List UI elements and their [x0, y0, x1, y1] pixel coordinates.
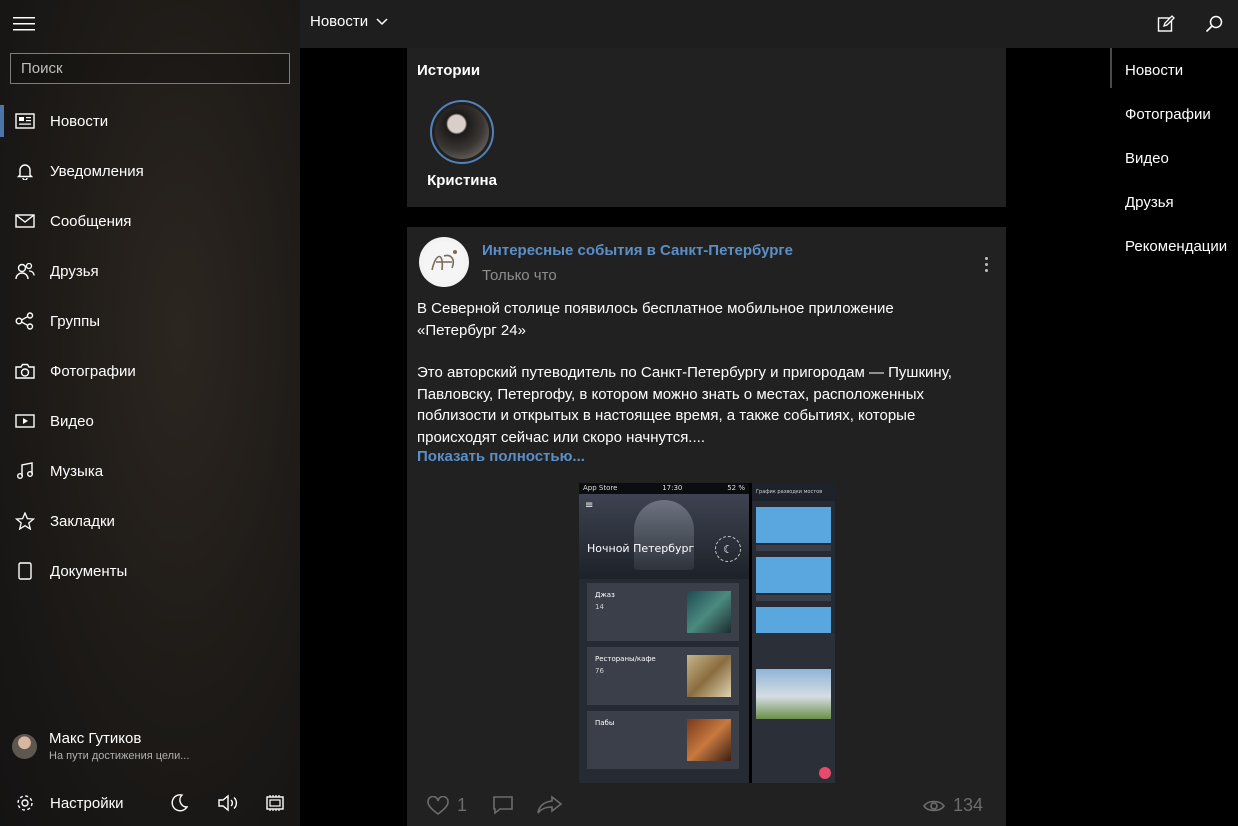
mail-icon [0, 214, 50, 228]
app-screenshot-right: График разводки мостов [752, 483, 835, 783]
edit-icon [1157, 15, 1175, 32]
search-input[interactable] [10, 53, 290, 84]
menu-icon: ≡ [585, 500, 594, 511]
sidebar-item-label: Фотографии [50, 362, 136, 380]
share-icon [537, 795, 563, 814]
like-count: 1 [457, 795, 468, 815]
views-indicator: 134 [923, 795, 983, 816]
search-button[interactable] [1202, 12, 1226, 36]
user-name: Макс Гутиков [49, 730, 142, 747]
sidebar-item-label: Группы [50, 312, 100, 330]
night-mode-button[interactable] [166, 790, 192, 816]
pivot-recommendations[interactable]: Рекомендации [1110, 224, 1238, 268]
bell-icon [0, 162, 50, 180]
groups-icon [0, 312, 50, 330]
sidebar-item-label: Закладки [50, 512, 115, 530]
stories-section: Истории Кристина [407, 48, 1006, 207]
camera-icon [0, 363, 50, 379]
stories-title: Истории [417, 62, 481, 79]
chip-icon [266, 795, 284, 811]
sidebar-item-label: Новости [50, 112, 109, 130]
comment-icon [493, 796, 513, 815]
star-icon [0, 512, 50, 530]
sidebar-item-groups[interactable]: Группы [0, 296, 300, 346]
eye-icon [923, 800, 945, 811]
hamburger-menu-button[interactable] [0, 0, 48, 48]
friends-icon [0, 262, 50, 280]
group-logo-icon [423, 241, 465, 283]
avatar [12, 733, 37, 759]
sound-button[interactable] [215, 790, 241, 816]
feed-title: Новости [310, 13, 369, 30]
sidebar-item-music[interactable]: Музыка [0, 446, 300, 496]
music-icon [0, 462, 50, 480]
pivot-friends[interactable]: Друзья [1110, 180, 1238, 224]
post-actions: 1 134 [407, 793, 1006, 823]
sidebar-item-label: Друзья [50, 262, 99, 280]
group-avatar[interactable] [419, 237, 469, 287]
like-button[interactable]: 1 [427, 795, 467, 816]
avatar [435, 105, 489, 159]
sidebar-item-label: Видео [50, 412, 94, 430]
story-author-name: Кристина [427, 172, 497, 189]
share-button[interactable] [537, 795, 563, 815]
sidebar-item-news[interactable]: Новости [0, 96, 300, 146]
post-paragraph: Это авторский путеводитель по Санкт-Пете… [417, 364, 952, 446]
nav-list: Новости Уведомления Сообщения Друзья Гру… [0, 96, 300, 596]
post-image[interactable]: App Store 17:30 52 % ≡ Ночной Петербург … [579, 483, 835, 783]
top-bar: Новости [300, 0, 1238, 48]
feed-selector-dropdown[interactable]: Новости [310, 13, 388, 30]
video-icon [0, 414, 50, 428]
show-more-link[interactable]: Показать полностью... [417, 448, 585, 465]
sidebar-item-label: Музыка [50, 462, 104, 480]
right-pivot-nav: Новости Фотографии Видео Друзья Рекоменд… [1110, 48, 1238, 268]
compose-button[interactable] [1154, 12, 1178, 36]
moon-icon: ☾ [715, 536, 741, 562]
document-icon [0, 562, 50, 580]
post-paragraph: В Северной столице появилось бесплатное … [417, 300, 894, 339]
post-text: В Северной столице появилось бесплатное … [417, 298, 997, 448]
compact-mode-button[interactable] [262, 790, 288, 816]
sidebar-item-label: Сообщения [50, 212, 132, 230]
sidebar-item-bookmarks[interactable]: Закладки [0, 496, 300, 546]
pivot-video[interactable]: Видео [1110, 136, 1238, 180]
search-icon [1205, 15, 1223, 33]
pivot-news[interactable]: Новости [1110, 48, 1238, 92]
sidebar-item-label: Документы [50, 562, 128, 580]
settings-button[interactable]: Настройки [0, 793, 124, 813]
post-timestamp: Только что [482, 267, 557, 284]
post-menu-button[interactable] [976, 253, 996, 275]
sidebar-item-video[interactable]: Видео [0, 396, 300, 446]
hamburger-icon [13, 17, 35, 31]
user-profile[interactable]: Макс Гутиков На пути достижения цели... [0, 722, 300, 770]
story-item[interactable]: Кристина [425, 100, 499, 189]
sidebar-footer: Настройки [0, 780, 300, 826]
sidebar-item-notifications[interactable]: Уведомления [0, 146, 300, 196]
more-dots-icon [984, 256, 988, 260]
sidebar: Новости Уведомления Сообщения Друзья Гру… [0, 0, 300, 826]
news-icon [0, 113, 50, 129]
heart-icon [427, 795, 449, 815]
post-author-link[interactable]: Интересные события в Санкт-Петербурге [482, 242, 793, 259]
sidebar-item-photos[interactable]: Фотографии [0, 346, 300, 396]
comment-button[interactable] [492, 795, 514, 815]
moon-icon [171, 794, 189, 812]
user-status: На пути достижения цели... [49, 750, 190, 762]
speaker-icon [218, 794, 238, 812]
app-screenshot-left: App Store 17:30 52 % ≡ Ночной Петербург … [579, 483, 749, 783]
chevron-down-icon [376, 17, 388, 25]
sidebar-item-messages[interactable]: Сообщения [0, 196, 300, 246]
post-card: Интересные события в Санкт-Петербурге То… [407, 227, 1006, 826]
pivot-photos[interactable]: Фотографии [1110, 92, 1238, 136]
sidebar-item-friends[interactable]: Друзья [0, 246, 300, 296]
sidebar-item-documents[interactable]: Документы [0, 546, 300, 596]
settings-label: Настройки [50, 794, 124, 812]
sidebar-item-label: Уведомления [50, 162, 144, 180]
gear-icon [0, 793, 50, 813]
views-count: 134 [953, 795, 984, 815]
